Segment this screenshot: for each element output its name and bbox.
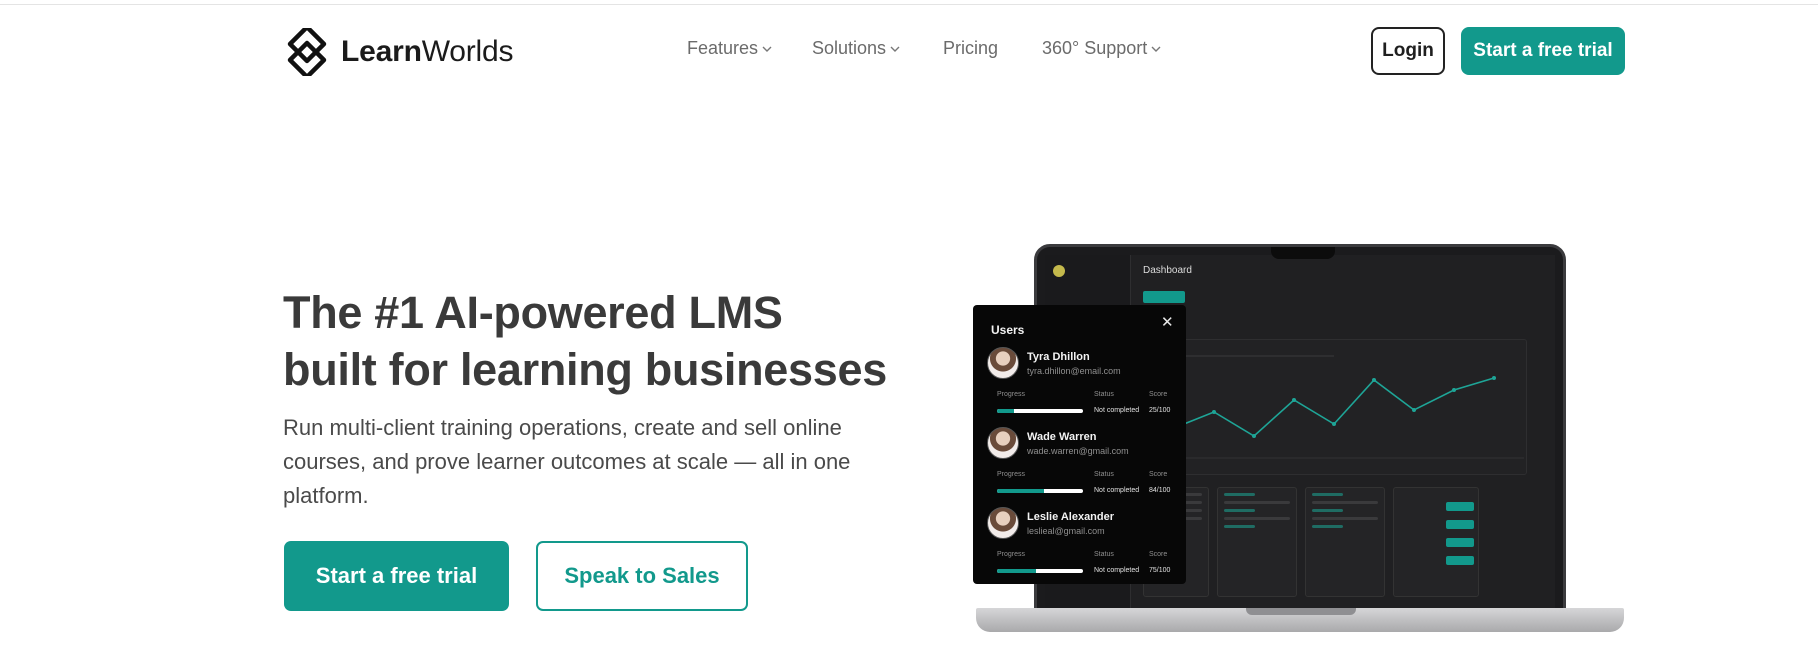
avatar xyxy=(987,347,1019,379)
status-header: Status xyxy=(1094,471,1114,478)
score-value: 25/100 xyxy=(1149,407,1171,414)
dashboard-chart-panel xyxy=(1143,339,1527,475)
user-name: Leslie Alexander xyxy=(1027,511,1115,523)
status-value: Not completed xyxy=(1094,487,1140,494)
progress-bar xyxy=(997,409,1083,413)
chevron-down-icon xyxy=(890,46,900,52)
progress-header: Progress xyxy=(997,551,1026,558)
avatar xyxy=(987,507,1019,539)
close-icon[interactable]: ✕ xyxy=(1161,315,1174,330)
nav-pricing-label: Pricing xyxy=(943,38,999,58)
hero-subtitle: Run multi-client training operations, cr… xyxy=(283,415,851,508)
user-row: Leslie Alexander leslieal@gmail.com Prog… xyxy=(987,507,1177,587)
logo-wordmark: LearnWorlds xyxy=(341,35,514,68)
dashboard-line-chart xyxy=(1164,355,1524,459)
user-name: Wade Warren xyxy=(1027,431,1097,443)
hero-title-line2: built for learning businesses xyxy=(283,344,887,395)
user-email: tyra.dhillon@email.com xyxy=(1027,366,1121,376)
score-header: Score xyxy=(1149,471,1168,478)
nav-features-label: Features xyxy=(687,38,759,58)
laptop-notch xyxy=(1271,247,1335,259)
user-email: wade.warren@gmail.com xyxy=(1027,446,1129,456)
start-trial-button[interactable]: Start a free trial xyxy=(284,541,509,611)
chevron-down-icon xyxy=(1151,46,1161,52)
hero-title-line1: The #1 AI-powered LMS xyxy=(283,287,783,338)
status-header: Status xyxy=(1094,551,1114,558)
status-header: Status xyxy=(1094,391,1114,398)
user-row: Wade Warren wade.warren@gmail.com Progre… xyxy=(987,427,1177,507)
progress-bar xyxy=(997,489,1083,493)
nav-pricing[interactable]: Pricing xyxy=(943,38,998,59)
learnworlds-logo[interactable]: LearnWorlds xyxy=(283,28,514,76)
users-panel-title: Users xyxy=(991,323,1025,337)
nav-features[interactable]: Features xyxy=(687,38,772,59)
status-value: Not completed xyxy=(1094,567,1140,574)
hero-title: The #1 AI-powered LMS built for learning… xyxy=(283,284,923,398)
user-name: Tyra Dhillon xyxy=(1027,351,1090,363)
nav-support-label: 360° Support xyxy=(1042,38,1148,58)
user-row: Tyra Dhillon tyra.dhillon@email.com Prog… xyxy=(987,347,1177,427)
progress-header: Progress xyxy=(997,391,1026,398)
score-value: 84/100 xyxy=(1149,487,1171,494)
dashboard-card xyxy=(1217,487,1297,597)
dashboard-card xyxy=(1393,487,1479,597)
progress-bar xyxy=(997,569,1083,573)
learnworlds-logo-icon xyxy=(287,28,327,76)
login-button[interactable]: Login xyxy=(1371,27,1445,75)
score-value: 75/100 xyxy=(1149,567,1171,574)
nav-support[interactable]: 360° Support xyxy=(1042,38,1161,59)
dashboard-logo xyxy=(1053,265,1065,277)
score-header: Score xyxy=(1149,551,1168,558)
avatar xyxy=(987,427,1019,459)
dashboard-action-chip xyxy=(1143,291,1185,303)
laptop-base-notch xyxy=(1246,608,1356,615)
header-trial-button[interactable]: Start a free trial xyxy=(1461,27,1625,75)
dashboard-card xyxy=(1305,487,1385,597)
nav-solutions-label: Solutions xyxy=(812,38,887,58)
dashboard-title: Dashboard xyxy=(1143,265,1192,276)
user-email: leslieal@gmail.com xyxy=(1027,526,1105,536)
chevron-down-icon xyxy=(762,46,772,52)
nav-solutions[interactable]: Solutions xyxy=(812,38,900,59)
speak-to-sales-button[interactable]: Speak to Sales xyxy=(536,541,748,611)
score-header: Score xyxy=(1149,391,1168,398)
top-divider xyxy=(0,0,1818,5)
status-value: Not completed xyxy=(1094,407,1140,414)
progress-header: Progress xyxy=(997,471,1026,478)
users-panel: Users ✕ Tyra Dhillon tyra.dhillon@email.… xyxy=(973,305,1186,584)
